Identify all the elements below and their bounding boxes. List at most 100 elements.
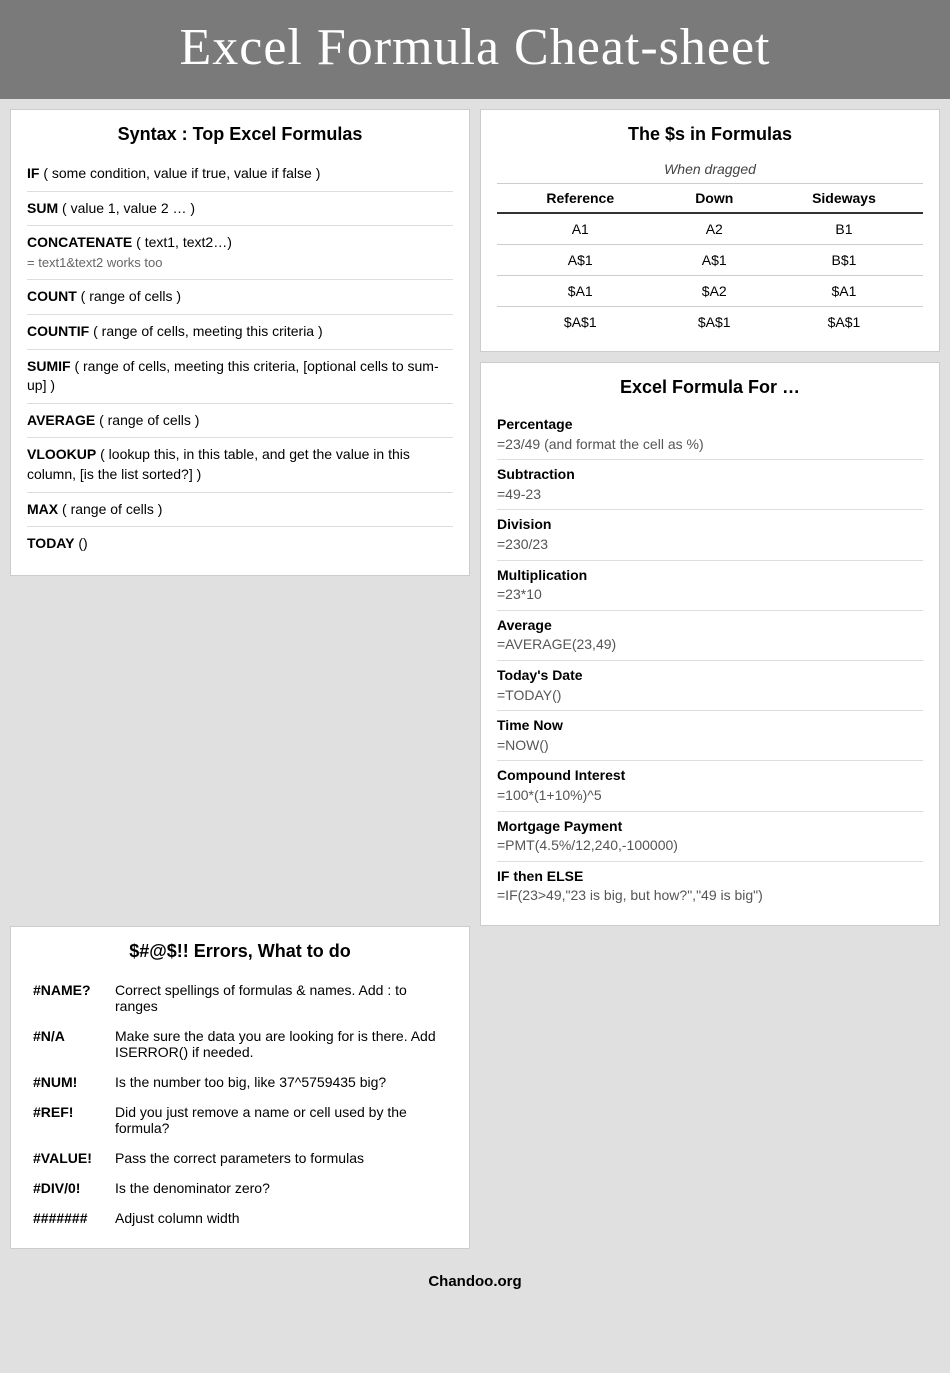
error-desc: Pass the correct parameters to formulas	[111, 1144, 451, 1172]
error-desc: Adjust column width	[111, 1204, 451, 1232]
formula-for-value: =230/23	[497, 535, 923, 555]
formula-for-label: Subtraction	[497, 465, 923, 485]
formula-name: AVERAGE	[27, 412, 95, 428]
formula-for-card: Excel Formula For … Percentage=23/49 (an…	[480, 362, 940, 926]
formula-for-value: =23*10	[497, 585, 923, 605]
formula-for-item: Subtraction=49-23	[497, 460, 923, 510]
dollars-card: The $s in Formulas When draggedReference…	[480, 109, 940, 352]
error-code: #NUM!	[29, 1068, 109, 1096]
footer-text: Chandoo.org	[428, 1273, 521, 1290]
table-cell: B$1	[765, 245, 923, 276]
formula-item: SUMIF ( range of cells, meeting this cri…	[27, 350, 453, 404]
formula-name: CONCATENATE	[27, 234, 132, 250]
table-cell: B1	[765, 213, 923, 245]
formula-item: TODAY ()	[27, 527, 453, 561]
formula-item: AVERAGE ( range of cells )	[27, 404, 453, 439]
formula-item: COUNT ( range of cells )	[27, 280, 453, 315]
formula-for-label: Mortgage Payment	[497, 817, 923, 837]
error-row: #NUM!Is the number too big, like 37^5759…	[29, 1068, 451, 1096]
left-column: Syntax : Top Excel Formulas IF ( some co…	[10, 109, 470, 926]
formula-for-value: =49-23	[497, 485, 923, 505]
formula-for-item: Compound Interest=100*(1+10%)^5	[497, 761, 923, 811]
formula-item: VLOOKUP ( lookup this, in this table, an…	[27, 438, 453, 492]
table-cell: $A2	[664, 276, 765, 307]
error-code: #DIV/0!	[29, 1174, 109, 1202]
formula-name: TODAY	[27, 535, 74, 551]
table-cell: A$1	[497, 245, 664, 276]
formula-for-list: Percentage=23/49 (and format the cell as…	[497, 410, 923, 911]
header: Excel Formula Cheat-sheet	[0, 0, 950, 99]
formula-for-item: Division=230/23	[497, 510, 923, 560]
table-cell: $A$1	[497, 307, 664, 338]
page-title: Excel Formula Cheat-sheet	[10, 18, 940, 77]
formula-for-value: =100*(1+10%)^5	[497, 786, 923, 806]
formula-for-title: Excel Formula For …	[497, 377, 923, 398]
formula-for-value: =IF(23>49,"23 is big, but how?","49 is b…	[497, 886, 923, 906]
dollars-header: Down	[664, 184, 765, 214]
footer: Chandoo.org	[0, 1259, 950, 1304]
table-row: $A1$A2$A1	[497, 276, 923, 307]
formula-for-value: =NOW()	[497, 736, 923, 756]
dollars-header: Sideways	[765, 184, 923, 214]
formula-for-label: Compound Interest	[497, 766, 923, 786]
table-cell: $A1	[497, 276, 664, 307]
formula-name: SUMIF	[27, 358, 71, 374]
formula-for-value: =TODAY()	[497, 686, 923, 706]
formula-item: CONCATENATE ( text1, text2…)= text1&text…	[27, 226, 453, 280]
formula-name: COUNTIF	[27, 323, 89, 339]
error-row: #REF!Did you just remove a name or cell …	[29, 1098, 451, 1142]
dollars-header: Reference	[497, 184, 664, 214]
formula-for-value: =AVERAGE(23,49)	[497, 635, 923, 655]
dollars-table: When draggedReferenceDownSidewaysA1A2B1A…	[497, 157, 923, 337]
formula-for-item: Percentage=23/49 (and format the cell as…	[497, 410, 923, 460]
formula-for-item: Multiplication=23*10	[497, 561, 923, 611]
error-desc: Did you just remove a name or cell used …	[111, 1098, 451, 1142]
formula-item: SUM ( value 1, value 2 … )	[27, 192, 453, 227]
formula-item: MAX ( range of cells )	[27, 493, 453, 528]
formula-for-label: Time Now	[497, 716, 923, 736]
table-cell: A1	[497, 213, 664, 245]
error-row: #######Adjust column width	[29, 1204, 451, 1232]
right-column: The $s in Formulas When draggedReference…	[480, 109, 940, 926]
syntax-card: Syntax : Top Excel Formulas IF ( some co…	[10, 109, 470, 576]
table-cell: $A$1	[664, 307, 765, 338]
table-cell: A$1	[664, 245, 765, 276]
table-row: A$1A$1B$1	[497, 245, 923, 276]
error-code: #VALUE!	[29, 1144, 109, 1172]
formula-for-item: IF then ELSE=IF(23>49,"23 is big, but ho…	[497, 862, 923, 911]
formula-for-item: Today's Date=TODAY()	[497, 661, 923, 711]
dollars-title: The $s in Formulas	[497, 124, 923, 145]
error-desc: Correct spellings of formulas & names. A…	[111, 976, 451, 1020]
errors-table: #NAME?Correct spellings of formulas & na…	[27, 974, 453, 1234]
error-row: #N/AMake sure the data you are looking f…	[29, 1022, 451, 1066]
formula-for-value: =PMT(4.5%/12,240,-100000)	[497, 836, 923, 856]
formula-item: COUNTIF ( range of cells, meeting this c…	[27, 315, 453, 350]
formula-for-label: Multiplication	[497, 566, 923, 586]
syntax-title: Syntax : Top Excel Formulas	[27, 124, 453, 145]
formula-for-label: Percentage	[497, 415, 923, 435]
error-desc: Is the denominator zero?	[111, 1174, 451, 1202]
table-cell: A2	[664, 213, 765, 245]
formula-name: VLOOKUP	[27, 446, 96, 462]
formula-for-label: Average	[497, 616, 923, 636]
error-desc: Is the number too big, like 37^5759435 b…	[111, 1068, 451, 1096]
page: Excel Formula Cheat-sheet Syntax : Top E…	[0, 0, 950, 1304]
when-dragged-label: When dragged	[497, 157, 923, 184]
error-row: #DIV/0!Is the denominator zero?	[29, 1174, 451, 1202]
formula-for-label: Division	[497, 515, 923, 535]
formula-for-item: Mortgage Payment=PMT(4.5%/12,240,-100000…	[497, 812, 923, 862]
error-code: #######	[29, 1204, 109, 1232]
formula-name: IF	[27, 165, 39, 181]
formula-name: SUM	[27, 200, 58, 216]
formula-name: COUNT	[27, 288, 77, 304]
formula-name: MAX	[27, 501, 58, 517]
formula-for-item: Average=AVERAGE(23,49)	[497, 611, 923, 661]
table-cell: $A$1	[765, 307, 923, 338]
error-code: #REF!	[29, 1098, 109, 1142]
formula-list: IF ( some condition, value if true, valu…	[27, 157, 453, 561]
formula-item: IF ( some condition, value if true, valu…	[27, 157, 453, 192]
table-row: A1A2B1	[497, 213, 923, 245]
error-row: #NAME?Correct spellings of formulas & na…	[29, 976, 451, 1020]
bottom-row: $#@$!! Errors, What to do #NAME?Correct …	[0, 926, 950, 1259]
formula-for-label: IF then ELSE	[497, 867, 923, 887]
